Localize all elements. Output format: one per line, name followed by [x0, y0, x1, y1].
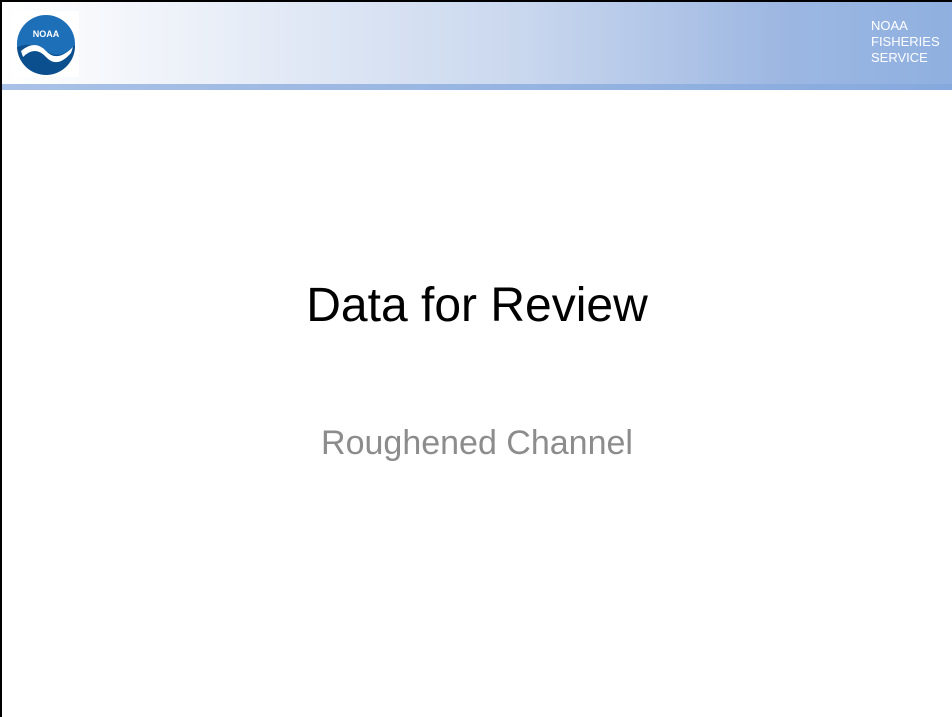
slide: NOAA NOAA FISHERIES SERVICE Data for Rev…	[0, 0, 952, 717]
header-banner: NOAA NOAA FISHERIES SERVICE	[2, 2, 952, 84]
org-line-2: FISHERIES	[871, 34, 940, 49]
slide-subtitle: Roughened Channel	[321, 424, 633, 462]
org-line-1: NOAA	[871, 18, 908, 33]
noaa-logo: NOAA	[13, 11, 79, 77]
org-name: NOAA FISHERIES SERVICE	[871, 18, 951, 66]
org-line-3: SERVICE	[871, 50, 928, 65]
slide-title: Data for Review	[306, 279, 648, 332]
logo-text: NOAA	[33, 29, 60, 39]
banner-divider	[2, 84, 952, 90]
